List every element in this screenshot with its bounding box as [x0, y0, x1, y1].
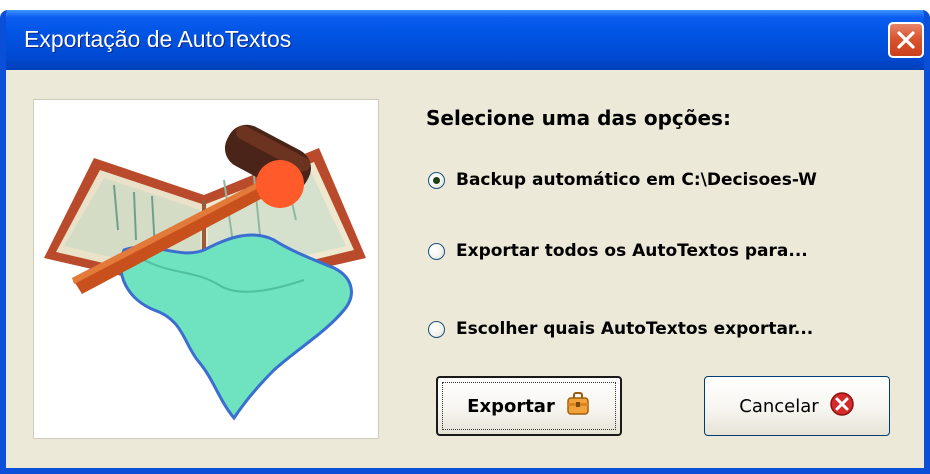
window-title: Exportação de AutoTextos — [24, 26, 292, 52]
option-export-all[interactable]: Exportar todos os AutoTextos para... — [428, 241, 808, 261]
close-icon — [897, 31, 915, 49]
radio-choose-export[interactable] — [428, 320, 445, 338]
radio-backup-auto[interactable] — [428, 171, 445, 189]
radio-export-all[interactable] — [428, 242, 445, 260]
option-label: Exportar todos os AutoTextos para... — [456, 241, 808, 261]
option-choose-export[interactable]: Escolher quais AutoTextos exportar... — [428, 319, 813, 339]
gavel-book-map-logo — [44, 124, 366, 421]
dialog-body: Selecione uma das opções: Backup automát… — [6, 70, 924, 468]
cancel-x-icon — [829, 391, 855, 422]
export-button-label: Exportar — [467, 395, 555, 417]
cancel-button[interactable]: Cancelar — [704, 376, 890, 436]
option-label: Backup automático em C:\Decisoes-W — [456, 170, 817, 190]
briefcase-icon — [565, 391, 591, 422]
options-heading: Selecione uma das opções: — [426, 106, 731, 130]
option-backup-auto[interactable]: Backup automático em C:\Decisoes-W — [428, 170, 817, 190]
title-bar[interactable]: Exportação de AutoTextos — [6, 10, 924, 70]
close-button[interactable] — [888, 22, 924, 58]
export-button[interactable]: Exportar — [436, 376, 622, 436]
cancel-button-label: Cancelar — [739, 395, 819, 417]
logo-image-panel — [33, 99, 379, 439]
option-label: Escolher quais AutoTextos exportar... — [456, 319, 814, 339]
dialog-window: Exportação de AutoTextos Selecione uma d… — [0, 10, 930, 474]
